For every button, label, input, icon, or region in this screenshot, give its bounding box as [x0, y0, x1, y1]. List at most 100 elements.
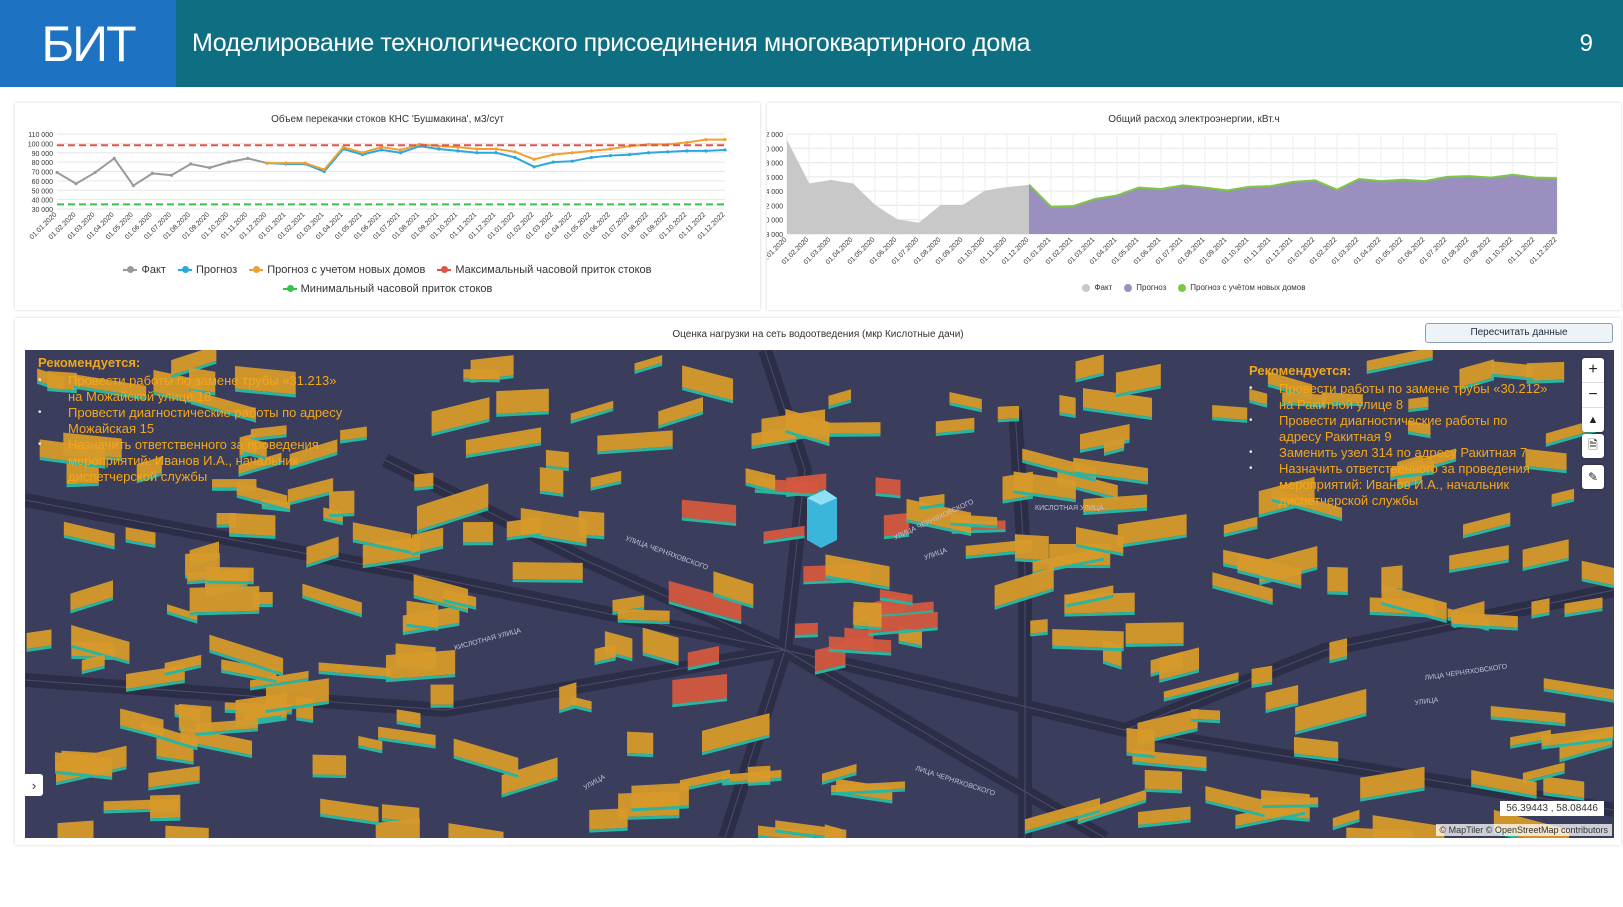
data-point — [589, 155, 594, 160]
export-icon[interactable]: 🗎 — [1582, 434, 1604, 458]
electricity-chart: 8 00010 00012 00014 00016 00018 00020 00… — [767, 132, 1558, 266]
recommendation-item: Провести диагностические работы по адрес… — [1249, 413, 1549, 445]
data-point — [322, 168, 326, 172]
building — [1052, 629, 1124, 652]
map-attribution[interactable]: © MapTiler © OpenStreetMap contributors — [1435, 824, 1612, 836]
building — [329, 490, 355, 518]
legend-marker-icon — [1082, 283, 1091, 292]
data-point — [379, 148, 384, 152]
building — [617, 609, 670, 625]
building-roof — [997, 405, 1020, 420]
building — [1059, 394, 1076, 419]
building — [385, 650, 456, 683]
data-point — [685, 149, 689, 153]
legend-marker-icon — [249, 266, 264, 274]
y-tick-label: 16 000 — [767, 175, 783, 182]
data-point — [647, 151, 651, 155]
data-point — [265, 161, 269, 165]
compass-icon[interactable]: ▲ — [1582, 408, 1604, 432]
page-number: 9 — [1579, 30, 1593, 57]
building — [949, 392, 982, 413]
building — [1144, 769, 1183, 794]
building — [496, 388, 549, 417]
building-roof — [329, 490, 355, 515]
building-roof — [463, 369, 500, 380]
recommendation-item: Провести работы по замене трубы «31.213»… — [38, 373, 348, 405]
building — [318, 662, 391, 680]
building — [63, 521, 115, 550]
building — [570, 696, 592, 713]
building-roof — [406, 600, 439, 628]
legend-item[interactable]: Факт — [123, 261, 166, 280]
data-point — [169, 173, 174, 177]
building-roof — [150, 794, 181, 819]
building — [1212, 405, 1248, 423]
building-roof — [794, 622, 818, 635]
zoom-in-icon[interactable]: + — [1582, 358, 1604, 383]
legend-marker-icon — [437, 266, 452, 274]
data-point — [627, 153, 632, 157]
data-point — [74, 182, 78, 186]
recommendation-item: Провести работы по замене трубы «30.212»… — [1249, 381, 1549, 413]
building-roof — [1052, 629, 1124, 649]
building-roof — [165, 825, 209, 838]
y-tick-label: 20 000 — [767, 146, 783, 153]
zoom-out-icon[interactable]: − — [1582, 383, 1604, 408]
building — [430, 684, 454, 708]
building-edge — [463, 542, 493, 546]
data-point — [437, 147, 441, 151]
building — [406, 600, 439, 631]
legend-item[interactable]: Прогноз с учётом новых домов — [1178, 283, 1306, 292]
data-point — [570, 151, 574, 155]
data-point — [398, 151, 403, 155]
street-label: УЛИЦА — [1414, 697, 1439, 707]
building — [1251, 665, 1273, 688]
legend-item[interactable]: Прогноз — [177, 261, 237, 280]
data-point — [647, 142, 651, 146]
data-point — [150, 171, 155, 175]
data-point — [284, 161, 288, 165]
building — [465, 427, 542, 459]
3d-map[interactable]: УЛИЦА ЧЕРНЯХОВСКОГО УЛИЦА ЧЕРНЯХОВСКОГО ЛИ… — [25, 350, 1614, 838]
building — [1332, 809, 1360, 831]
building-roof — [385, 650, 456, 680]
building — [26, 629, 52, 652]
legend-item[interactable]: Максимальный часовой приток стоков — [437, 261, 652, 280]
data-point — [208, 166, 212, 170]
chart1-legend: Факт Прогноз Прогноз с учетом новых домов М… — [15, 261, 760, 299]
building — [1190, 709, 1221, 724]
legend-item[interactable]: Минимальный часовой приток стоков — [282, 280, 492, 299]
building — [1381, 584, 1447, 624]
building — [997, 405, 1020, 423]
legend-label: Факт — [141, 264, 166, 276]
building — [1115, 363, 1161, 398]
building — [320, 798, 379, 826]
y-tick-label: 100 000 — [28, 141, 53, 148]
legend-marker-icon — [123, 266, 138, 274]
ruler-icon[interactable]: ✎ — [1582, 465, 1604, 489]
legend-item[interactable]: Прогноз с учетом новых домов — [249, 261, 425, 280]
recalculate-button[interactable]: Пересчитать данные — [1425, 323, 1613, 343]
street-label: КИСЛОТНАЯ УЛИЦА — [1035, 505, 1104, 512]
building — [589, 808, 628, 833]
data-point — [608, 147, 613, 151]
building-roof — [206, 566, 254, 582]
chart2-legend: Факт Прогноз Прогноз с учётом новых домов — [767, 283, 1621, 292]
data-point — [189, 162, 193, 166]
expand-panel-icon[interactable]: › — [25, 774, 43, 796]
building — [824, 824, 842, 838]
new-building — [807, 490, 837, 548]
street-label: ЛИЦА ЧЕРНЯХОВСКОГО — [1424, 663, 1508, 682]
legend-label: Прогноз с учётом новых домов — [1190, 283, 1306, 292]
legend-item[interactable]: Прогноз — [1124, 283, 1166, 292]
data-point — [456, 149, 460, 153]
building — [1205, 785, 1265, 818]
recommendation-item: Заменить узел 314 по адресу Ракитная 7 — [1249, 445, 1549, 461]
building-roof — [229, 512, 276, 536]
building-roof — [57, 820, 94, 838]
building — [828, 389, 852, 410]
y-tick-label: 22 000 — [767, 132, 783, 139]
data-point — [513, 150, 517, 154]
legend-item[interactable]: Факт — [1082, 283, 1112, 292]
building-roof — [312, 754, 347, 776]
